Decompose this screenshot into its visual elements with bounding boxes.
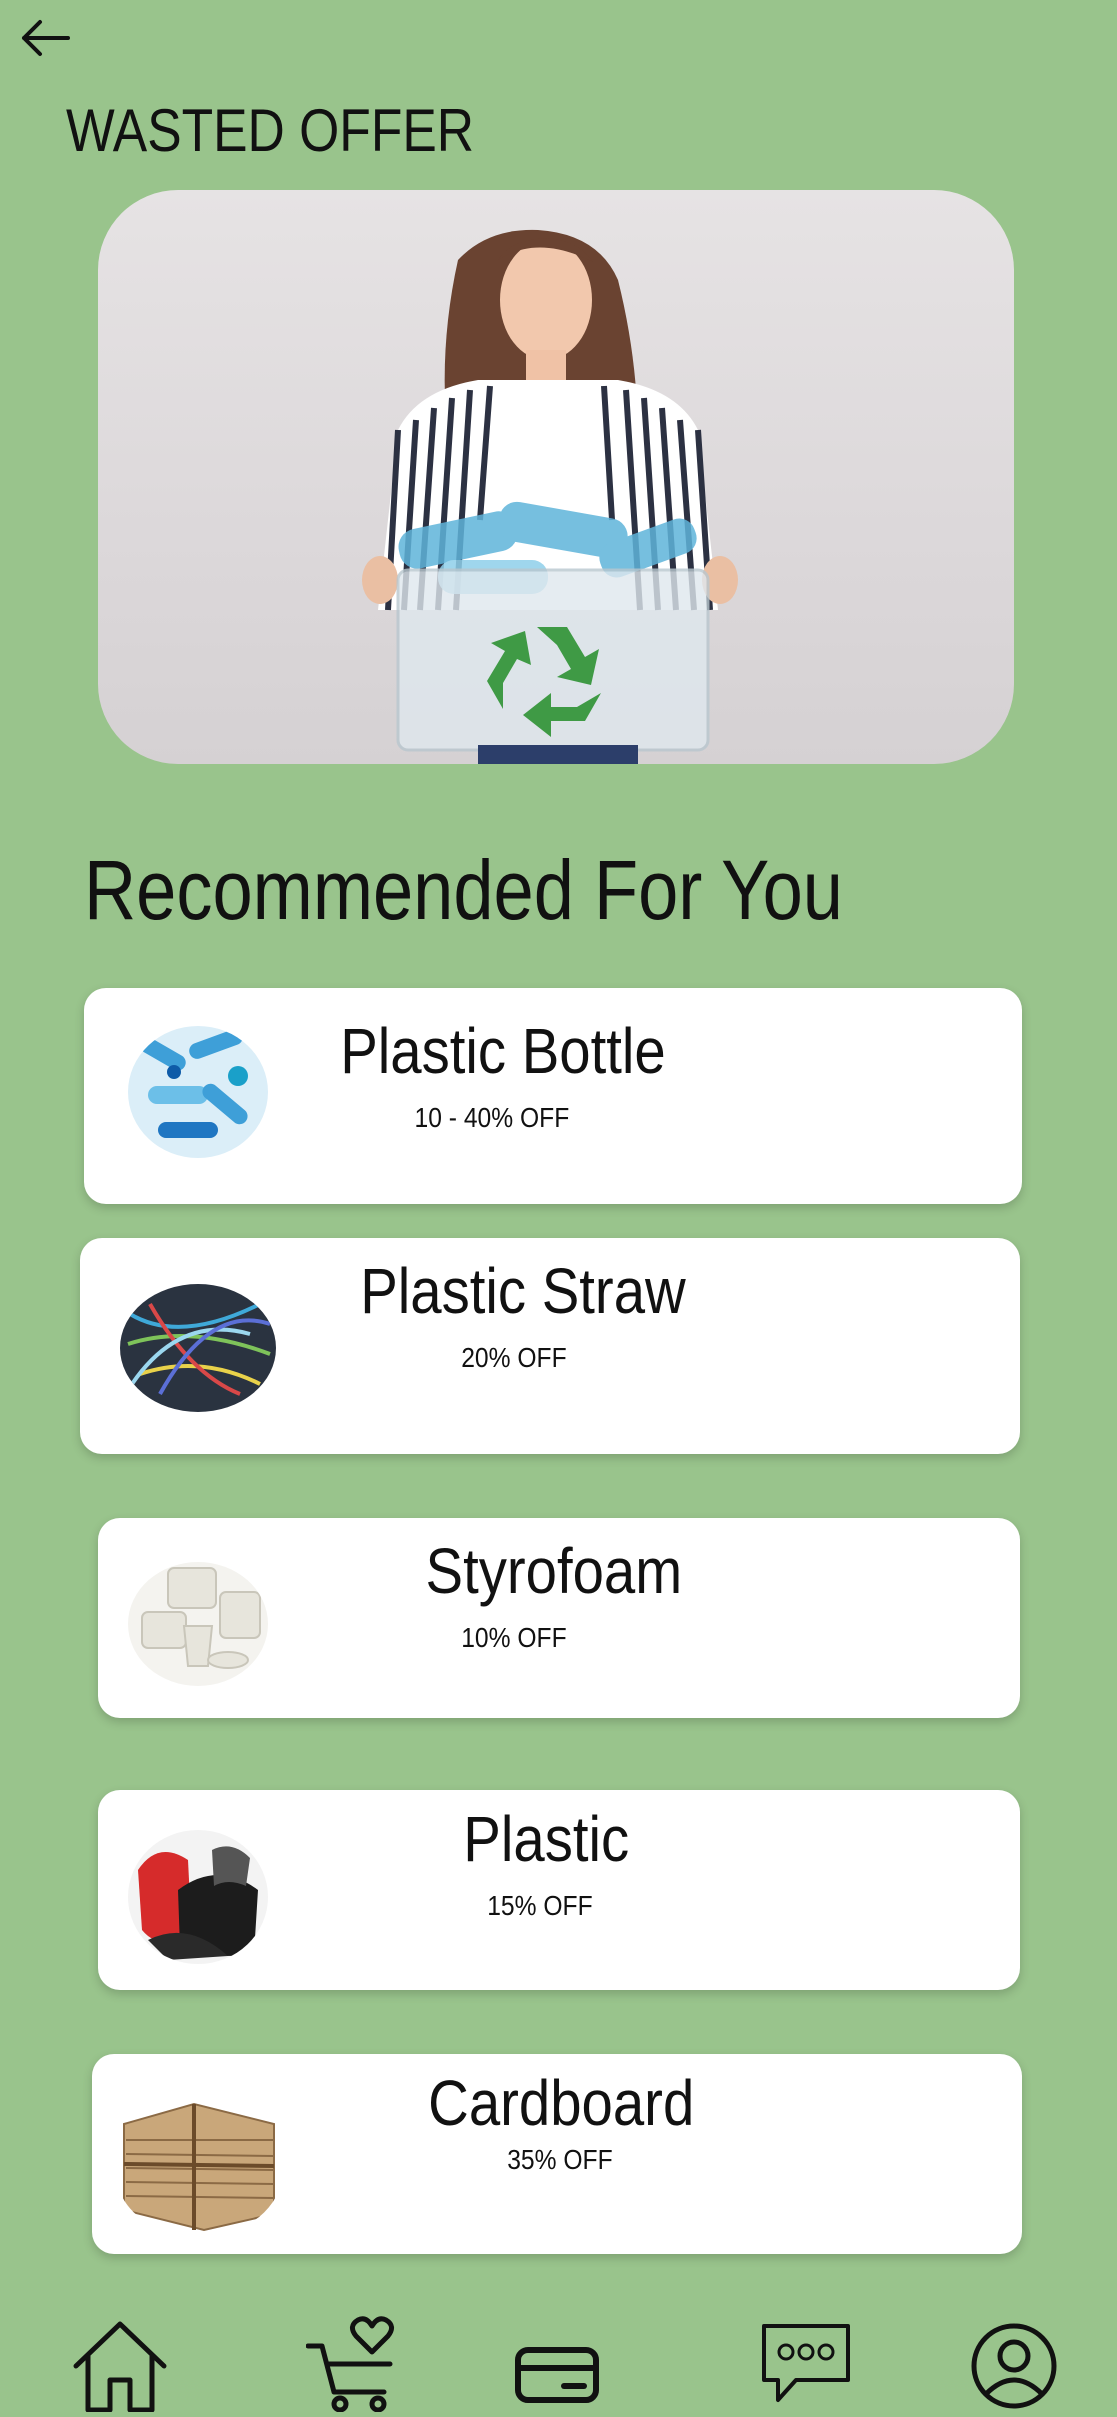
section-title: Recommended For You — [84, 843, 843, 937]
card-name: Plastic — [463, 1803, 630, 1875]
card-offer: 10 - 40% OFF — [414, 1102, 570, 1133]
offer-card-plastic[interactable]: Plastic 15% OFF — [98, 1790, 1020, 1990]
offer-card-styrofoam[interactable]: Styrofoam 10% OFF — [98, 1518, 1020, 1718]
nav-messages[interactable] — [760, 2316, 852, 2412]
page-title: WASTED OFFER — [66, 97, 475, 164]
back-button[interactable] — [18, 14, 78, 62]
card-icon — [515, 2347, 599, 2403]
nav-home[interactable] — [70, 2316, 170, 2413]
plastic-straws-thumbnail — [120, 1284, 276, 1412]
card-name: Plastic Bottle — [340, 1015, 666, 1087]
home-icon — [73, 2321, 167, 2413]
plastic-bottles-thumbnail — [128, 1026, 268, 1158]
nav-payment[interactable] — [514, 2316, 600, 2412]
nav-profile[interactable] — [970, 2316, 1058, 2412]
card-offer: 10% OFF — [461, 1622, 567, 1653]
arrow-left-icon — [22, 20, 70, 56]
cart-heart-icon — [305, 2316, 394, 2413]
card-name: Cardboard — [428, 2067, 695, 2139]
card-offer: 35% OFF — [507, 2144, 613, 2175]
hero-image — [98, 190, 1014, 764]
styrofoam-containers-thumbnail — [128, 1562, 268, 1686]
card-name: Styrofoam — [425, 1535, 683, 1607]
offer-card-cardboard[interactable]: Cardboard 35% OFF — [92, 2054, 1022, 2254]
profile-icon — [971, 2323, 1057, 2409]
chat-icon — [762, 2324, 850, 2402]
offer-card-plastic-straw[interactable]: Plastic Straw 20% OFF — [80, 1238, 1020, 1454]
card-offer: 15% OFF — [487, 1890, 593, 1921]
card-name: Plastic Straw — [360, 1255, 686, 1327]
plastic-bags-thumbnail — [128, 1830, 268, 1964]
cardboard-stack-thumbnail — [114, 2084, 284, 2232]
offer-card-plastic-bottle[interactable]: Plastic Bottle 10 - 40% OFF — [84, 988, 1022, 1204]
card-offer: 20% OFF — [461, 1342, 567, 1373]
nav-cart[interactable] — [305, 2316, 406, 2413]
